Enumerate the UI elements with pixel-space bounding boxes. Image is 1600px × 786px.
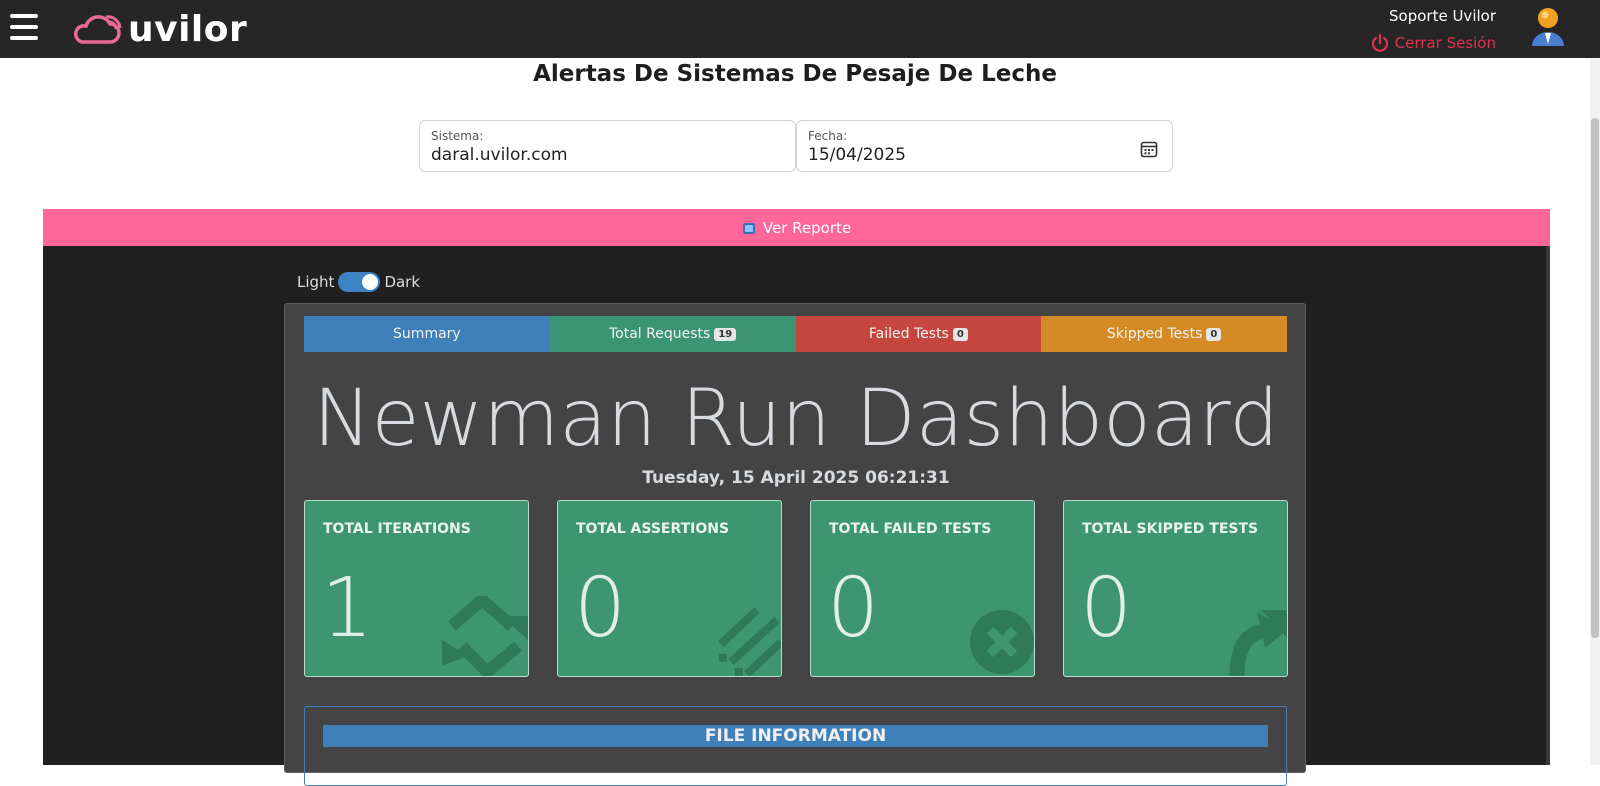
card-total-assertions: TOTAL ASSERTIONS 0 xyxy=(557,500,782,677)
share-arrow-icon xyxy=(1229,610,1287,676)
scrollbar-thumb[interactable] xyxy=(1591,118,1599,638)
view-report-button[interactable]: Ver Reporte xyxy=(43,209,1550,246)
date-input[interactable]: 15/04/2025 xyxy=(808,145,1108,165)
report-frame: Light Dark Summary Total Requests 19 Fai… xyxy=(43,246,1550,786)
repeat-icon xyxy=(442,596,528,676)
system-label: Sistema: xyxy=(431,129,484,143)
failed-count-badge: 0 xyxy=(952,327,968,341)
card-total-iterations: TOTAL ITERATIONS 1 xyxy=(304,500,529,677)
logout-label: Cerrar Sesión xyxy=(1394,34,1496,52)
avatar[interactable] xyxy=(1530,6,1566,46)
skipped-count-badge: 0 xyxy=(1206,327,1222,341)
light-label: Light xyxy=(297,273,335,291)
cloud-logo-icon xyxy=(74,15,122,44)
dashboard-title: Newman Run Dashboard xyxy=(313,374,1279,464)
newman-dashboard: Summary Total Requests 19 Failed Tests 0… xyxy=(284,303,1306,786)
system-input[interactable]: daral.uvilor.com xyxy=(431,145,731,165)
tab-skipped-tests[interactable]: Skipped Tests 0 xyxy=(1041,316,1287,352)
theme-switch[interactable] xyxy=(338,272,381,292)
tab-total-requests[interactable]: Total Requests 19 xyxy=(549,316,796,352)
file-information-heading: FILE INFORMATION xyxy=(323,725,1268,747)
logo[interactable]: uvilor xyxy=(72,8,248,50)
calendar-icon[interactable] xyxy=(1140,140,1158,158)
card-total-failed-tests: TOTAL FAILED TESTS 0 xyxy=(810,500,1035,677)
card-total-skipped-tests: TOTAL SKIPPED TESTS 0 xyxy=(1063,500,1288,677)
dark-label: Dark xyxy=(384,273,421,291)
page-scrollbar[interactable] xyxy=(1590,58,1600,765)
page-title: Alertas De Sistemas De Pesaje De Leche xyxy=(533,61,1057,87)
run-date: Tuesday, 15 April 2025 06:21:31 xyxy=(642,468,950,488)
user-name: Soporte Uvilor xyxy=(1389,7,1496,25)
frame-scrollbar[interactable] xyxy=(1546,246,1550,765)
requests-count-badge: 19 xyxy=(714,327,737,341)
dashboard-tabs: Summary Total Requests 19 Failed Tests 0… xyxy=(304,316,1287,352)
logo-text: uvilor xyxy=(128,8,248,50)
power-icon xyxy=(1371,33,1388,52)
logout-link[interactable]: Cerrar Sesión xyxy=(1370,33,1496,53)
view-report-label: Ver Reporte xyxy=(762,218,852,237)
tab-failed-tests[interactable]: Failed Tests 0 xyxy=(795,316,1042,352)
date-field[interactable]: Fecha: 15/04/2025 xyxy=(796,120,1173,172)
menu-icon[interactable] xyxy=(10,14,38,40)
theme-toggle: Light Dark xyxy=(297,272,420,292)
user-menu: Soporte Uvilor Cerrar Sesión xyxy=(1370,7,1496,53)
tasks-icon xyxy=(718,607,781,676)
close-circle-icon xyxy=(970,610,1034,674)
report-icon xyxy=(742,222,755,234)
top-navbar: uvilor Soporte Uvilor Cerrar Sesión xyxy=(0,0,1600,58)
tab-summary[interactable]: Summary xyxy=(304,316,550,352)
date-label: Fecha: xyxy=(808,129,848,143)
system-field[interactable]: Sistema: daral.uvilor.com xyxy=(419,120,796,172)
file-information-panel: FILE INFORMATION xyxy=(304,706,1287,786)
